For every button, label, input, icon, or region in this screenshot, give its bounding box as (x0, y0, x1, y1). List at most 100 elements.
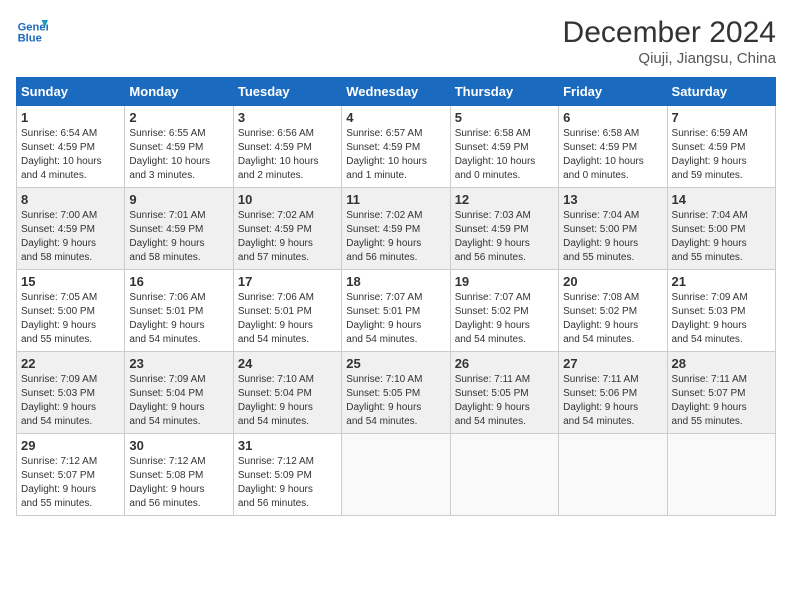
day-number: 7 (672, 110, 771, 125)
day-info: Sunrise: 7:02 AM Sunset: 4:59 PM Dayligh… (238, 209, 337, 265)
day-cell: 28Sunrise: 7:11 AM Sunset: 5:07 PM Dayli… (667, 352, 775, 434)
day-info: Sunrise: 7:07 AM Sunset: 5:02 PM Dayligh… (455, 291, 554, 347)
day-info: Sunrise: 7:06 AM Sunset: 5:01 PM Dayligh… (238, 291, 337, 347)
day-number: 26 (455, 356, 554, 371)
day-cell: 10 Sunrise: 7:02 AM Sunset: 4:59 PM Dayli… (233, 188, 341, 270)
day-info: Sunrise: 7:11 AM Sunset: 5:06 PM Dayligh… (563, 373, 662, 429)
day-cell: 31 Sunrise: 7:12 AM Sunset: 5:09 PM Dayli… (233, 434, 341, 516)
day-info: Sunrise: 7:06 AM Sunset: 5:01 PM Dayligh… (129, 291, 228, 347)
day-cell: 9Sunrise: 7:01 AM Sunset: 4:59 PM Daylig… (125, 188, 233, 270)
day-info: Sunrise: 7:04 AM Sunset: 5:00 PM Dayligh… (563, 209, 662, 265)
day-number: 28 (672, 356, 771, 371)
day-info: Sunrise: 7:11 AM Sunset: 5:05 PM Dayligh… (455, 373, 554, 429)
calendar-week-row: 29 Sunrise: 7:12 AM Sunset: 5:07 PM Dayli… (17, 434, 776, 516)
calendar-week-row: 8 Sunrise: 7:00 AM Sunset: 4:59 PM Daylig… (17, 188, 776, 270)
day-number: 21 (672, 274, 771, 289)
day-number: 4 (346, 110, 445, 125)
day-of-week-header: Wednesday (342, 78, 450, 106)
day-cell: 20 Sunrise: 7:08 AM Sunset: 5:02 PM Dayli… (559, 270, 667, 352)
empty-day-cell (450, 434, 558, 516)
day-info: Sunrise: 6:55 AM Sunset: 4:59 PM Dayligh… (129, 127, 228, 183)
day-cell: 16 Sunrise: 7:06 AM Sunset: 5:01 PM Dayli… (125, 270, 233, 352)
day-info: Sunrise: 6:54 AM Sunset: 4:59 PM Dayligh… (21, 127, 120, 183)
calendar-header-row: SundayMondayTuesdayWednesdayThursdayFrid… (17, 78, 776, 106)
day-cell: 22 Sunrise: 7:09 AM Sunset: 5:03 PM Dayli… (17, 352, 125, 434)
day-cell: 19 Sunrise: 7:07 AM Sunset: 5:02 PM Dayli… (450, 270, 558, 352)
day-cell: 2 Sunrise: 6:55 AM Sunset: 4:59 PM Daylig… (125, 106, 233, 188)
day-info: Sunrise: 7:07 AM Sunset: 5:01 PM Dayligh… (346, 291, 445, 347)
calendar-week-row: 1 Sunrise: 6:54 AM Sunset: 4:59 PM Daylig… (17, 106, 776, 188)
day-info: Sunrise: 7:10 AM Sunset: 5:04 PM Dayligh… (238, 373, 337, 429)
day-number: 23 (129, 356, 228, 371)
day-info: Sunrise: 6:58 AM Sunset: 4:59 PM Dayligh… (563, 127, 662, 183)
day-number: 18 (346, 274, 445, 289)
title-block: December 2024 Qiuji, Jiangsu, China (563, 16, 776, 67)
day-number: 16 (129, 274, 228, 289)
day-info: Sunrise: 7:12 AM Sunset: 5:07 PM Dayligh… (21, 455, 120, 511)
day-cell: 3 Sunrise: 6:56 AM Sunset: 4:59 PM Daylig… (233, 106, 341, 188)
day-number: 22 (21, 356, 120, 371)
day-cell: 24 Sunrise: 7:10 AM Sunset: 5:04 PM Dayli… (233, 352, 341, 434)
day-cell: 26 Sunrise: 7:11 AM Sunset: 5:05 PM Dayli… (450, 352, 558, 434)
day-cell: 29 Sunrise: 7:12 AM Sunset: 5:07 PM Dayli… (17, 434, 125, 516)
day-number: 6 (563, 110, 662, 125)
day-info: Sunrise: 7:03 AM Sunset: 4:59 PM Dayligh… (455, 209, 554, 265)
day-number: 19 (455, 274, 554, 289)
day-info: Sunrise: 7:12 AM Sunset: 5:09 PM Dayligh… (238, 455, 337, 511)
day-of-week-header: Saturday (667, 78, 775, 106)
day-number: 12 (455, 192, 554, 207)
day-info: Sunrise: 7:01 AM Sunset: 4:59 PM Dayligh… (129, 209, 228, 265)
day-number: 30 (129, 438, 228, 453)
day-info: Sunrise: 6:59 AM Sunset: 4:59 PM Dayligh… (672, 127, 771, 183)
day-info: Sunrise: 7:04 AM Sunset: 5:00 PM Dayligh… (672, 209, 771, 265)
day-number: 25 (346, 356, 445, 371)
day-number: 3 (238, 110, 337, 125)
day-info: Sunrise: 7:02 AM Sunset: 4:59 PM Dayligh… (346, 209, 445, 265)
day-number: 20 (563, 274, 662, 289)
day-of-week-header: Friday (559, 78, 667, 106)
day-of-week-header: Tuesday (233, 78, 341, 106)
day-info: Sunrise: 7:09 AM Sunset: 5:04 PM Dayligh… (129, 373, 228, 429)
day-cell: 12 Sunrise: 7:03 AM Sunset: 4:59 PM Dayli… (450, 188, 558, 270)
day-info: Sunrise: 6:58 AM Sunset: 4:59 PM Dayligh… (455, 127, 554, 183)
day-info: Sunrise: 6:56 AM Sunset: 4:59 PM Dayligh… (238, 127, 337, 183)
day-number: 29 (21, 438, 120, 453)
day-number: 17 (238, 274, 337, 289)
day-cell: 7 Sunrise: 6:59 AM Sunset: 4:59 PM Daylig… (667, 106, 775, 188)
day-info: Sunrise: 7:08 AM Sunset: 5:02 PM Dayligh… (563, 291, 662, 347)
day-cell: 17 Sunrise: 7:06 AM Sunset: 5:01 PM Dayli… (233, 270, 341, 352)
day-cell: 13Sunrise: 7:04 AM Sunset: 5:00 PM Dayli… (559, 188, 667, 270)
day-info: Sunrise: 7:00 AM Sunset: 4:59 PM Dayligh… (21, 209, 120, 265)
day-cell: 5 Sunrise: 6:58 AM Sunset: 4:59 PM Daylig… (450, 106, 558, 188)
logo-icon: General Blue (16, 16, 48, 48)
day-of-week-header: Thursday (450, 78, 558, 106)
day-of-week-header: Sunday (17, 78, 125, 106)
empty-day-cell (667, 434, 775, 516)
day-number: 24 (238, 356, 337, 371)
day-cell: 25 Sunrise: 7:10 AM Sunset: 5:05 PM Dayli… (342, 352, 450, 434)
day-number: 31 (238, 438, 337, 453)
day-number: 1 (21, 110, 120, 125)
day-number: 5 (455, 110, 554, 125)
calendar-week-row: 22 Sunrise: 7:09 AM Sunset: 5:03 PM Dayli… (17, 352, 776, 434)
day-info: Sunrise: 6:57 AM Sunset: 4:59 PM Dayligh… (346, 127, 445, 183)
day-number: 10 (238, 192, 337, 207)
empty-day-cell (342, 434, 450, 516)
empty-day-cell (559, 434, 667, 516)
day-cell: 11 Sunrise: 7:02 AM Sunset: 4:59 PM Dayli… (342, 188, 450, 270)
day-cell: 6 Sunrise: 6:58 AM Sunset: 4:59 PM Daylig… (559, 106, 667, 188)
day-number: 2 (129, 110, 228, 125)
day-cell: 23 Sunrise: 7:09 AM Sunset: 5:04 PM Dayli… (125, 352, 233, 434)
day-cell: 30Sunrise: 7:12 AM Sunset: 5:08 PM Dayli… (125, 434, 233, 516)
day-info: Sunrise: 7:09 AM Sunset: 5:03 PM Dayligh… (21, 373, 120, 429)
day-number: 11 (346, 192, 445, 207)
day-info: Sunrise: 7:10 AM Sunset: 5:05 PM Dayligh… (346, 373, 445, 429)
day-cell: 27Sunrise: 7:11 AM Sunset: 5:06 PM Dayli… (559, 352, 667, 434)
day-info: Sunrise: 7:05 AM Sunset: 5:00 PM Dayligh… (21, 291, 120, 347)
day-cell: 4 Sunrise: 6:57 AM Sunset: 4:59 PM Daylig… (342, 106, 450, 188)
day-number: 8 (21, 192, 120, 207)
page-header: General Blue December 2024 Qiuji, Jiangs… (16, 16, 776, 67)
page-title: December 2024 (563, 16, 776, 50)
calendar-week-row: 15Sunrise: 7:05 AM Sunset: 5:00 PM Dayli… (17, 270, 776, 352)
logo: General Blue (16, 16, 48, 48)
